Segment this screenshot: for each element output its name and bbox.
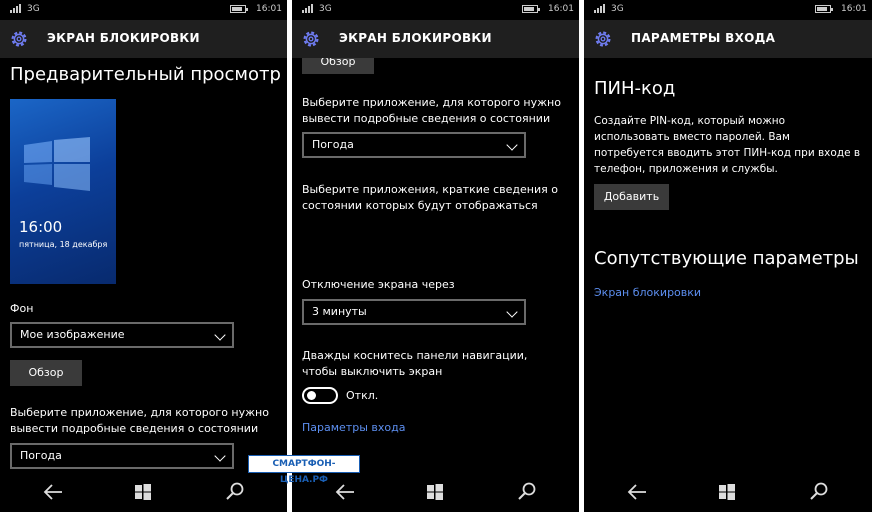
page-header: ПАРАМЕТРЫ ВХОДА	[584, 20, 872, 58]
navigation-bar	[292, 472, 579, 512]
windows-start-icon[interactable]	[427, 484, 443, 500]
add-pin-button[interactable]: Добавить	[594, 184, 669, 210]
chevron-down-icon	[214, 329, 226, 341]
windows-start-icon[interactable]	[135, 484, 151, 500]
preview-heading: Предварительный просмотр	[10, 64, 281, 85]
back-arrow-icon[interactable]	[627, 483, 647, 501]
status-bar: 3G 16:01	[0, 0, 287, 20]
screen-timeout-value: 3 минуты	[312, 305, 367, 318]
lockscreen-preview-image: 16:00 пятница, 18 декабря	[10, 99, 116, 284]
search-icon[interactable]	[810, 482, 828, 500]
search-icon[interactable]	[226, 482, 244, 500]
page-title: ПАРАМЕТРЫ ВХОДА	[631, 31, 776, 45]
page-header: ЭКРАН БЛОКИРОВКИ	[292, 20, 579, 58]
navigation-bar	[0, 472, 287, 512]
detail-app-label: Выберите приложение, для которого нужно …	[302, 96, 561, 125]
status-time: 16:01	[548, 4, 574, 14]
battery-icon	[522, 5, 540, 13]
preview-date: пятница, 18 декабря	[19, 240, 108, 249]
search-icon[interactable]	[518, 482, 536, 500]
quick-apps-label: Выберите приложения, краткие сведения о …	[302, 183, 558, 212]
lockscreen-link[interactable]: Экран блокировки	[594, 286, 701, 299]
gear-icon	[595, 31, 611, 47]
chevron-down-icon	[506, 139, 518, 151]
detail-app-label: Выберите приложение, для которого нужно …	[10, 406, 269, 435]
background-value: Мое изображение	[20, 328, 125, 341]
status-bar: 3G 16:01	[292, 0, 579, 20]
detail-app-value: Погода	[312, 138, 354, 151]
lockscreen-settings-screen: 3G 16:01 ЭКРАН БЛОКИРОВКИ Предварительны…	[0, 0, 287, 512]
chevron-down-icon	[214, 450, 226, 462]
related-settings-heading: Сопутствующие параметры	[594, 248, 859, 269]
chevron-down-icon	[506, 306, 518, 318]
detail-app-value: Погода	[20, 449, 62, 462]
battery-icon	[815, 5, 833, 13]
windows-logo-light-icon	[24, 137, 90, 191]
preview-time: 16:00	[19, 218, 63, 236]
back-arrow-icon[interactable]	[335, 483, 355, 501]
gear-icon	[11, 31, 27, 47]
signal-icon	[10, 4, 22, 13]
page-title: ЭКРАН БЛОКИРОВКИ	[339, 31, 492, 45]
page-header: ЭКРАН БЛОКИРОВКИ	[0, 20, 287, 58]
status-time: 16:01	[841, 4, 867, 14]
signal-icon	[594, 4, 606, 13]
signin-options-screen: 3G 16:01 ПАРАМЕТРЫ ВХОДА ПИН-код Создайт…	[584, 0, 872, 512]
status-bar: 3G 16:01	[584, 0, 872, 20]
toggle-state-label: Откл.	[346, 389, 379, 402]
signal-icon	[302, 4, 314, 13]
back-arrow-icon[interactable]	[43, 483, 63, 501]
pin-heading: ПИН-код	[594, 78, 676, 99]
site-watermark: СМАРТФОН-ЦЕНА.РФ	[248, 455, 360, 485]
screen-timeout-dropdown[interactable]: 3 минуты	[302, 299, 526, 325]
browse-button[interactable]: Обзор	[10, 360, 82, 386]
windows-start-icon[interactable]	[719, 484, 735, 500]
navigation-bar	[584, 472, 872, 512]
double-tap-toggle[interactable]	[302, 387, 338, 404]
pin-description: Создайте PIN-код, который можно использо…	[594, 115, 861, 175]
lockscreen-settings-scrolled-screen: 3G 16:01 Обзор ЭКРАН БЛОКИРОВКИ Выберите…	[292, 0, 579, 512]
signin-options-link[interactable]: Параметры входа	[302, 421, 405, 434]
double-tap-label: Дважды коснитесь панели навигации, чтобы…	[302, 349, 528, 378]
toggle-knob	[307, 391, 316, 400]
screen-timeout-label: Отключение экрана через	[302, 278, 455, 291]
network-type: 3G	[27, 4, 40, 14]
gear-icon	[303, 31, 319, 47]
background-dropdown[interactable]: Мое изображение	[10, 322, 234, 348]
network-type: 3G	[319, 4, 332, 14]
battery-icon	[230, 5, 248, 13]
detail-app-dropdown[interactable]: Погода	[10, 443, 234, 469]
detail-app-dropdown[interactable]: Погода	[302, 132, 526, 158]
page-title: ЭКРАН БЛОКИРОВКИ	[47, 31, 200, 45]
status-time: 16:01	[256, 4, 282, 14]
network-type: 3G	[611, 4, 624, 14]
background-label: Фон	[10, 302, 34, 315]
